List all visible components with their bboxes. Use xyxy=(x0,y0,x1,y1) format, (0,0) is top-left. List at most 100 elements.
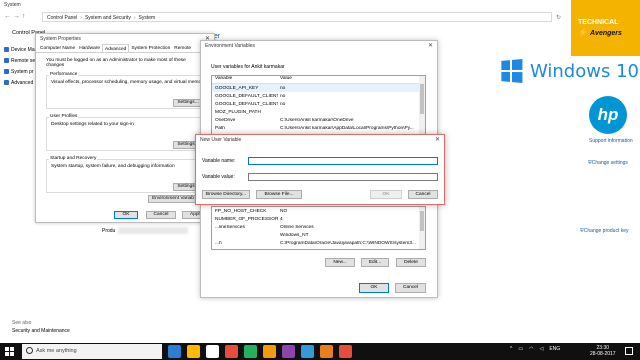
tab-hardware[interactable]: Hardware xyxy=(77,44,102,52)
variable-value: no xyxy=(280,93,286,99)
language-indicator[interactable]: ENG xyxy=(549,346,560,352)
clock[interactable]: 23:30 28-08-2017 xyxy=(590,345,616,357)
ok-button[interactable]: OK xyxy=(114,211,138,219)
left-nav-item-advanced-settings[interactable]: Advanced xyxy=(4,77,38,88)
variable-value: 4 xyxy=(280,216,283,222)
list-item[interactable]: GOOGLE_DEFAULT_CLIENT... no xyxy=(212,92,425,100)
group-title: Performance xyxy=(49,72,79,77)
system-properties-dialog: System Properties ✕ Computer Name Hardwa… xyxy=(35,33,215,223)
list-item[interactable]: NUMBER_OF_PROCESSORS 4 xyxy=(212,215,425,223)
security-maintenance-link[interactable]: Security and Maintenance xyxy=(12,328,70,334)
list-item[interactable]: ...lineServices Online Services xyxy=(212,223,425,231)
left-nav-label: Remote se xyxy=(11,57,36,64)
breadcrumb-item[interactable]: System and Security xyxy=(85,15,131,21)
system-variables-list[interactable]: FP_NO_HOST_CHECK NO NUMBER_OF_PROCESSORS 4… xyxy=(211,206,426,250)
change-settings-label: Change settings xyxy=(591,160,628,166)
change-settings-link[interactable]: ⛨Change settings xyxy=(588,160,628,166)
up-arrow-icon[interactable]: ↑ xyxy=(22,13,28,20)
scrollbar-thumb[interactable] xyxy=(420,84,424,114)
scrollbar[interactable] xyxy=(419,207,425,249)
variable-value: C:\ProgramData\Oracle\Java\javapath;C:\W… xyxy=(280,240,416,246)
left-nav-item-remote-settings[interactable]: Remote se xyxy=(4,55,38,66)
list-item[interactable]: GOOGLE_DEFAULT_CLIENT... no xyxy=(212,100,425,108)
delete-system-variable-button[interactable]: Delete xyxy=(396,258,426,267)
variable-value: Windows_NT xyxy=(280,232,309,238)
performance-group: Performance Visual effects, processor sc… xyxy=(46,72,206,109)
window-title: System xyxy=(4,2,21,8)
variable-value: C:\Users\Ankit karmakar\OneDrive xyxy=(280,117,354,123)
left-nav: Device Ma Remote se System pr Advanced xyxy=(4,44,38,88)
tab-computer-name[interactable]: Computer Name xyxy=(38,44,77,52)
notification-icon[interactable] xyxy=(625,347,633,355)
column-header-value[interactable]: Value xyxy=(278,76,425,83)
change-product-key-label: Change product key xyxy=(583,228,629,234)
list-item[interactable]: Path C:\Users\Ankit karmakar\AppData\Loca… xyxy=(212,124,425,132)
variable-value: no xyxy=(280,101,286,107)
cancel-button[interactable]: Cancel xyxy=(395,283,426,293)
logo-line-2: Avengers xyxy=(590,30,622,37)
close-icon[interactable]: ✕ xyxy=(435,136,440,143)
dialog-title-bar: System Properties ✕ xyxy=(36,34,214,44)
scrollbar-thumb[interactable] xyxy=(420,211,424,231)
wifi-icon[interactable]: ◠ xyxy=(529,346,533,352)
back-arrow-icon[interactable]: ← xyxy=(4,13,13,20)
store-icon[interactable] xyxy=(206,345,219,358)
dialog-title: Environment Variables xyxy=(205,43,255,49)
control-panel-icon[interactable] xyxy=(301,345,314,358)
list-item[interactable]: FP_NO_HOST_CHECK NO xyxy=(212,207,425,215)
variable-name-field[interactable] xyxy=(248,157,438,165)
tab-advanced[interactable]: Advanced xyxy=(102,44,130,52)
start-windows-icon[interactable] xyxy=(5,347,14,356)
variable-name: Path xyxy=(215,125,225,131)
ok-button[interactable]: OK xyxy=(359,283,389,293)
breadcrumb-item[interactable]: System xyxy=(139,15,156,21)
battery-icon[interactable]: ▭ xyxy=(518,346,523,352)
app-icon[interactable] xyxy=(263,345,276,358)
list-item[interactable]: GOOGLE_API_KEY no xyxy=(212,84,425,92)
list-item[interactable]: OneDrive C:\Users\Ankit karmakar\OneDrive xyxy=(212,116,425,124)
performance-settings-button[interactable]: Settings... xyxy=(173,99,203,107)
app-icon[interactable] xyxy=(225,345,238,358)
dialog-title: New User Variable xyxy=(200,137,242,143)
support-information-link[interactable]: Support information xyxy=(589,138,633,144)
environment-variables-button[interactable]: Environment Variab xyxy=(148,195,198,203)
app-icon[interactable] xyxy=(339,345,352,358)
file-explorer-icon[interactable] xyxy=(187,345,200,358)
new-system-variable-button[interactable]: New... xyxy=(325,258,355,267)
taskbar-search-box[interactable]: Ask me anything xyxy=(22,344,162,359)
breadcrumb[interactable]: Control Panel › System and Security › System xyxy=(42,12,552,22)
task-view-icon[interactable] xyxy=(168,345,181,358)
app-icon[interactable] xyxy=(320,345,333,358)
user-variables-list[interactable]: Variable Value GOOGLE_API_KEY no GOOGLE_D… xyxy=(211,75,426,135)
list-item[interactable]: ...h C:\ProgramData\Oracle\Java\javapath;… xyxy=(212,239,425,247)
left-nav-item-system-protection[interactable]: System pr xyxy=(4,66,38,77)
browse-directory-button[interactable]: Browse Directory... xyxy=(202,190,250,199)
list-item[interactable]: MOZ_PLUGIN_PATH xyxy=(212,108,425,116)
list-item[interactable]: Windows_NT xyxy=(212,231,425,239)
ok-button[interactable]: OK xyxy=(370,190,402,199)
chevron-up-icon[interactable]: ^ xyxy=(510,346,512,352)
cancel-button[interactable]: Cancel xyxy=(146,211,176,219)
breadcrumb-item[interactable]: Control Panel xyxy=(47,15,77,21)
app-icon[interactable] xyxy=(282,345,295,358)
tab-remote[interactable]: Remote xyxy=(172,44,193,52)
left-nav-item-device-manager[interactable]: Device Ma xyxy=(4,44,38,55)
variable-name: GOOGLE_DEFAULT_CLIENT... xyxy=(215,101,278,107)
close-icon[interactable]: ✕ xyxy=(428,42,433,49)
cancel-button[interactable]: Cancel xyxy=(408,190,438,199)
refresh-icon[interactable]: ↻ xyxy=(556,14,561,21)
volume-icon[interactable]: ◁ xyxy=(539,346,543,352)
variable-name: MOZ_PLUGIN_PATH xyxy=(215,109,261,115)
tab-system-protection[interactable]: System Protection xyxy=(129,44,172,52)
taskbar: Ask me anything ^ ▭ ◠ ◁ ENG 23:30 28-08-… xyxy=(0,343,640,360)
change-product-key-link[interactable]: ⛨Change product key xyxy=(580,228,629,234)
column-header-variable[interactable]: Variable xyxy=(212,76,278,83)
windows-logo-icon xyxy=(501,58,523,84)
nav-arrows[interactable]: ←→↑ xyxy=(4,13,28,20)
forward-arrow-icon[interactable]: → xyxy=(13,13,22,20)
browse-file-button[interactable]: Browse File... xyxy=(256,190,302,199)
edit-system-variable-button[interactable]: Edit... xyxy=(361,258,389,267)
scrollbar[interactable] xyxy=(419,76,425,134)
chrome-icon[interactable] xyxy=(244,345,257,358)
variable-value-field[interactable] xyxy=(248,173,438,181)
